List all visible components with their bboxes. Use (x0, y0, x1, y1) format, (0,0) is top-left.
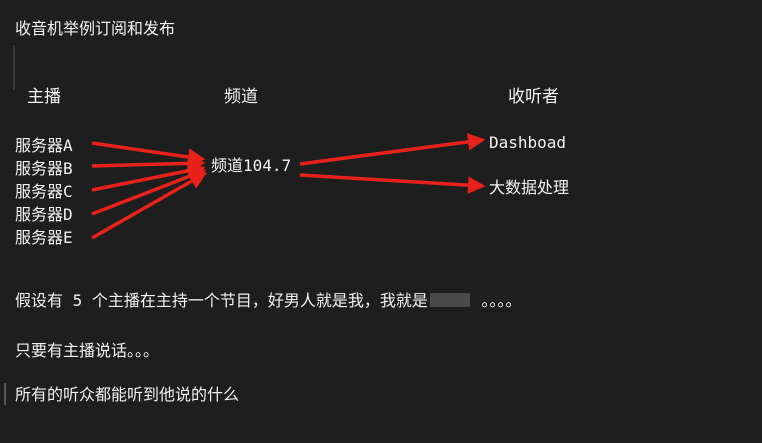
channel-label: 频道104.7 (211, 156, 292, 175)
page-title: 收音机举例订阅和发布 (15, 19, 176, 38)
arrow-server-e-to-channel (91, 172, 208, 240)
editor-gutter-mark (4, 383, 6, 405)
paragraph-2: 只要有主播说话。。。 (15, 341, 160, 360)
paragraph-3: 所有的听众都能听到他说的什么 (15, 385, 240, 404)
arrow-server-c-to-channel (91, 162, 206, 192)
header-subscriber: 收听者 (508, 87, 559, 107)
paragraph-1-ellipsis: 。。。。 (471, 291, 522, 310)
server-item: 服务器A (15, 136, 73, 155)
server-item: 服务器C (15, 182, 73, 201)
arrow-server-b-to-channel (91, 154, 206, 173)
server-list: 服务器A 服务器B 服务器C 服务器D 服务器E (15, 134, 73, 249)
server-item: 服务器E (15, 228, 73, 247)
subscriber-bigdata: 大数据处理 (489, 178, 570, 197)
arrow-diagram (91, 133, 486, 240)
redacted-block (429, 293, 470, 307)
header-channel: 频道 (224, 87, 258, 107)
editor-gutter-mark (13, 45, 15, 90)
server-item: 服务器D (15, 205, 73, 224)
paragraph-1-text: 假设有 5 个主播在主持一个节目，好男人就是我，我就是 (15, 291, 428, 310)
paragraph-1: 假设有 5 个主播在主持一个节目，好男人就是我，我就是 。。。。 (15, 291, 522, 311)
arrow-channel-to-bigdata (299, 173, 486, 194)
subscriber-dashboad: Dashboad (489, 133, 567, 152)
server-item: 服务器B (15, 159, 73, 178)
arrow-channel-to-dashboad (299, 133, 486, 166)
arrow-server-d-to-channel (91, 167, 207, 216)
header-publisher: 主播 (27, 87, 61, 107)
arrow-server-a-to-channel (91, 141, 206, 166)
